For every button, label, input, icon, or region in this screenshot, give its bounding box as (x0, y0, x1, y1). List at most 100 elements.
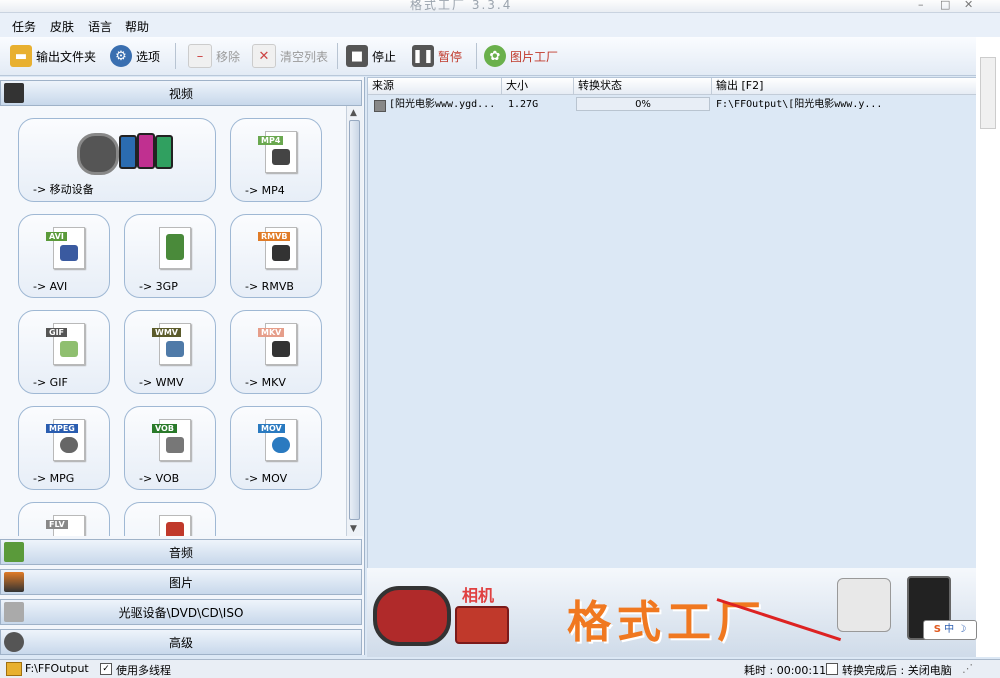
film-reel-icon (4, 632, 24, 652)
file-icon (374, 100, 386, 112)
ime-logo-icon: S (933, 624, 941, 635)
banner: 相机 格式工厂 S 中 ☽ (367, 568, 977, 657)
format-label: -> MPG (33, 472, 75, 485)
maximize-icon[interactable]: □ (940, 0, 950, 11)
camcorder-icon (373, 586, 451, 646)
rmvb-icon: RMVB (258, 227, 297, 269)
task-list: 来源 大小 转换状态 输出 [F2] [阳光电影www.ygd... 1.27G… (367, 77, 978, 569)
scroll-thumb[interactable] (349, 120, 360, 520)
resize-grip-icon[interactable]: ⋰ (962, 662, 973, 675)
format-mkv[interactable]: MKV -> MKV (230, 310, 322, 394)
format-rmvb[interactable]: RMVB -> RMVB (230, 214, 322, 298)
category-audio[interactable]: 音频 (0, 539, 362, 565)
3gp-icon (159, 227, 191, 269)
disc-drive-icon (4, 602, 24, 622)
format-label: -> AVI (33, 280, 68, 293)
scroll-down-icon[interactable]: ▼ (350, 524, 357, 534)
options-button[interactable]: ⚙ 选项 (110, 45, 160, 67)
toolbar-separator (337, 43, 338, 69)
elapsed-time: 耗时 : 00:00:11 (744, 664, 827, 677)
menu-help[interactable]: 帮助 (125, 18, 149, 35)
format-gif[interactable]: GIF -> GIF (18, 310, 110, 394)
category-advanced[interactable]: 高级 (0, 629, 362, 655)
format-mpg[interactable]: MPEG -> MPG (18, 406, 110, 490)
format-grid-scrollbar[interactable]: ▲ ▼ (346, 106, 363, 536)
column-output[interactable]: 输出 [F2] (712, 78, 977, 95)
format-mobile-device[interactable]: -> 移动设备 (18, 118, 216, 202)
vob-icon: VOB (152, 419, 191, 461)
menu-task[interactable]: 任务 (12, 18, 36, 35)
clear-list-button[interactable]: ✕ 清空列表 (252, 44, 328, 68)
format-3gp[interactable]: -> 3GP (124, 214, 216, 298)
output-folder-button[interactable]: ▬ 输出文件夹 (10, 45, 96, 67)
multithread-label: 使用多线程 (116, 664, 171, 677)
format-wmv[interactable]: WMV -> WMV (124, 310, 216, 394)
pause-icon: ❚❚ (412, 45, 434, 67)
avi-icon: AVI (46, 227, 85, 269)
camera-icon (455, 606, 509, 644)
film-reel-icon (77, 133, 119, 175)
category-video[interactable]: 视频 (0, 80, 362, 106)
format-label: -> 3GP (139, 280, 178, 293)
gif-icon: GIF (46, 323, 85, 365)
scroll-thumb[interactable] (980, 57, 996, 129)
phone-icon (119, 135, 137, 169)
category-picture[interactable]: 图片 (0, 569, 362, 595)
phone-icon (137, 133, 155, 169)
format-label: -> GIF (33, 376, 68, 389)
format-label: -> WMV (139, 376, 184, 389)
remove-button[interactable]: – 移除 (188, 44, 240, 68)
menu-language[interactable]: 语言 (88, 18, 112, 35)
row-size: 1.27G (508, 99, 539, 110)
format-label: -> MKV (245, 376, 286, 389)
multithread-checkbox[interactable]: ✓ (100, 663, 112, 675)
toolbar-separator (476, 43, 477, 69)
minimize-icon[interactable]: – (918, 0, 924, 11)
gear-icon: ⚙ (110, 45, 132, 67)
music-icon (4, 542, 24, 562)
folder-icon[interactable] (6, 662, 22, 676)
pause-button[interactable]: ❚❚ 暂停 (412, 45, 462, 67)
format-label: -> MOV (245, 472, 288, 485)
close-icon[interactable]: ✕ (964, 0, 973, 11)
picture-factory-icon: ✿ (484, 45, 506, 67)
window-title: 格式工厂 3.3.4 (410, 0, 513, 12)
format-avi[interactable]: AVI -> AVI (18, 214, 110, 298)
category-rom[interactable]: 光驱设备\DVD\CD\ISO (0, 599, 362, 625)
stop-button[interactable]: ■ 停止 (346, 45, 396, 67)
mov-icon: MOV (258, 419, 297, 461)
title-bar: 格式工厂 3.3.4 – □ ✕ (0, 0, 1000, 13)
menu-skin[interactable]: 皮肤 (50, 18, 74, 35)
format-label: -> RMVB (245, 280, 294, 293)
toolbar: ▬ 输出文件夹 ⚙ 选项 – 移除 ✕ 清空列表 ■ 停止 ❚❚ 暂停 ✿ 图片… (0, 37, 1000, 76)
column-status[interactable]: 转换状态 (574, 78, 712, 95)
column-source[interactable]: 来源 (368, 78, 502, 95)
after-done-label: 转换完成后 : 关闭电脑 (842, 664, 952, 677)
ime-mode-icon: 中 ☽ (944, 624, 967, 635)
format-flv[interactable]: FLV (18, 502, 110, 536)
format-label: -> VOB (139, 472, 180, 485)
clear-icon: ✕ (252, 44, 276, 68)
scroll-up-icon[interactable]: ▲ (350, 108, 357, 118)
stop-icon: ■ (346, 45, 368, 67)
output-path[interactable]: F:\FFOutput (25, 662, 89, 675)
format-mov[interactable]: MOV -> MOV (230, 406, 322, 490)
phone-icon (155, 135, 173, 169)
format-vob[interactable]: VOB -> VOB (124, 406, 216, 490)
mkv-icon: MKV (258, 323, 297, 365)
mp4-icon: MP4 (258, 131, 297, 173)
folder-icon: ▬ (10, 45, 32, 67)
window-scrollbar[interactable] (976, 37, 1000, 657)
swf-icon (159, 515, 191, 536)
film-icon (4, 83, 24, 103)
format-swf[interactable] (124, 502, 216, 536)
ime-indicator[interactable]: S 中 ☽ (923, 620, 977, 640)
format-label: -> MP4 (245, 184, 285, 197)
mpg-icon: MPEG (46, 419, 85, 461)
flv-icon: FLV (46, 515, 85, 536)
remove-icon: – (188, 44, 212, 68)
after-done-checkbox[interactable] (826, 663, 838, 675)
picture-factory-button[interactable]: ✿ 图片工厂 (484, 45, 558, 67)
format-mp4[interactable]: MP4 -> MP4 (230, 118, 322, 202)
column-size[interactable]: 大小 (502, 78, 574, 95)
